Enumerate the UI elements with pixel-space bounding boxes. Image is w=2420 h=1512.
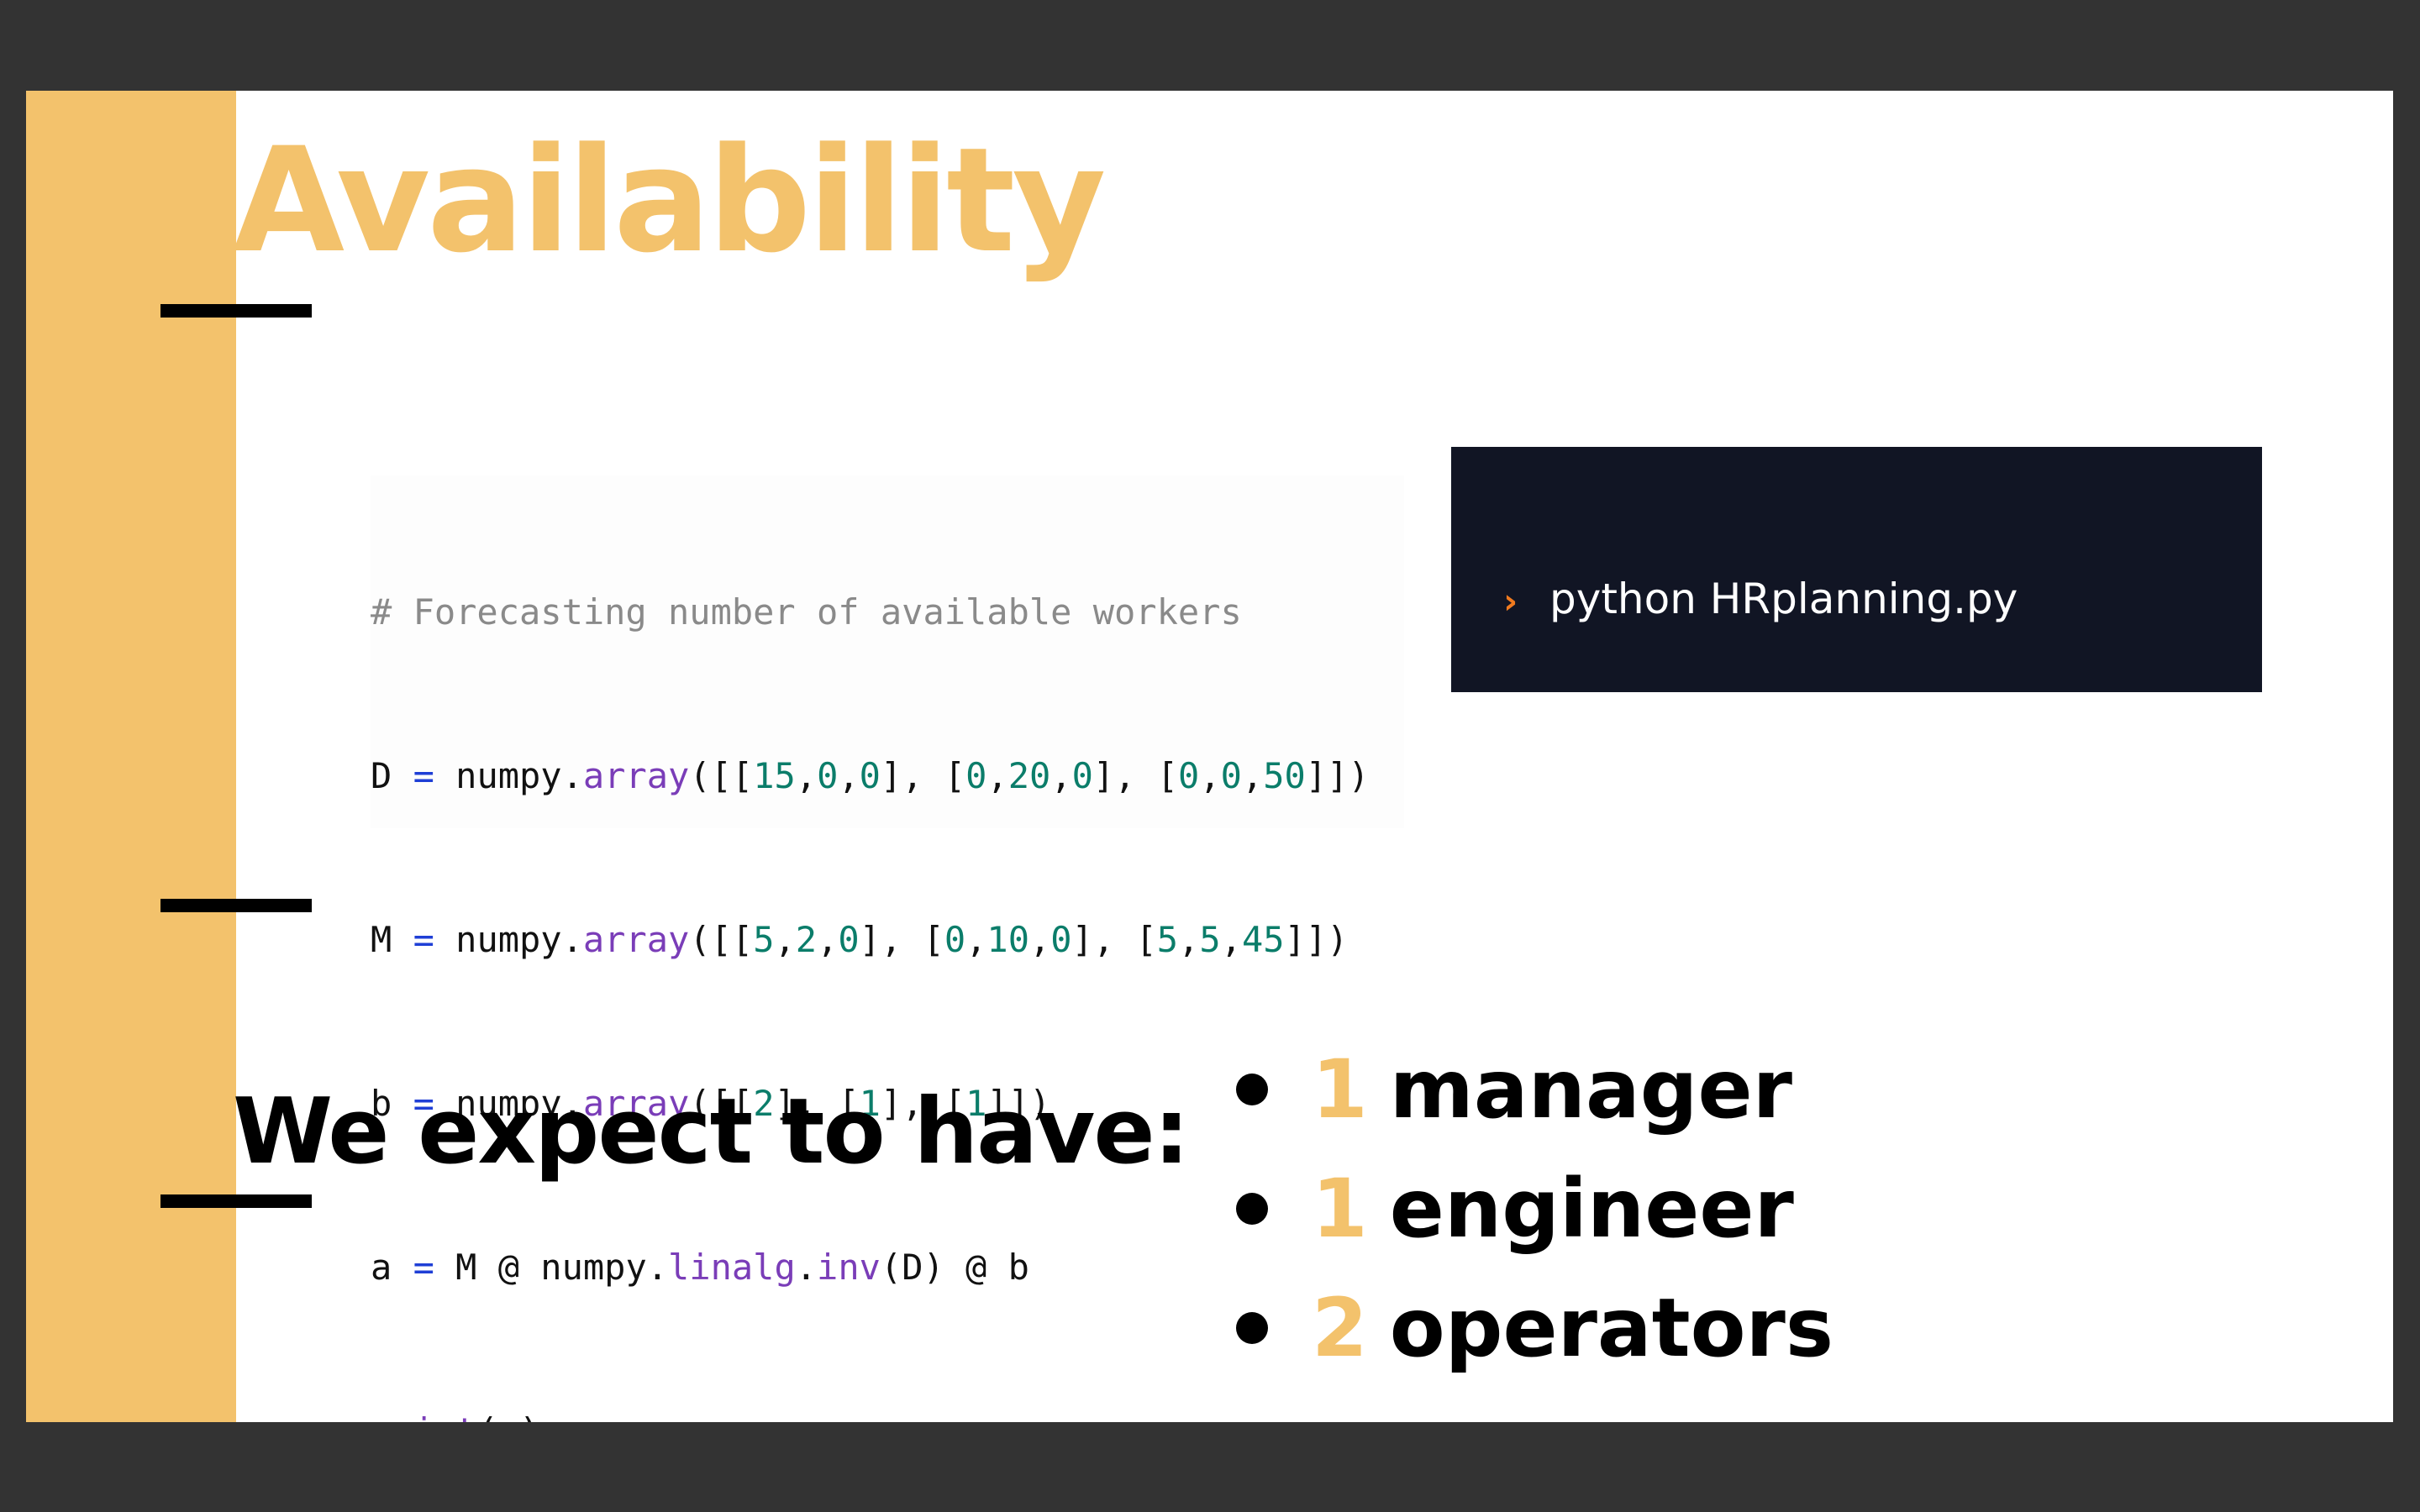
staff-role: operators [1389,1281,1834,1375]
staff-list: 1 manager 1 engineer 2 operators [1236,1030,1833,1388]
list-item: 2 operators [1236,1268,1833,1388]
title-dash [160,304,312,318]
list-item: 1 engineer [1236,1149,1833,1268]
staff-count: 2 [1312,1281,1368,1375]
middle-dash [160,899,312,912]
bullet-icon [1236,1074,1268,1105]
bullet-icon [1236,1193,1268,1225]
bullet-icon [1236,1312,1268,1344]
slide: Availability # Forecasting number of ava… [26,91,2393,1422]
expect-label: We expect to have: [233,1079,1190,1184]
terminal-output: › python HRplanning.py [[0.76666667] [0.5… [1451,447,2262,1152]
code-snippet: # Forecasting number of available worker… [371,475,1404,1422]
terminal-command: python HRplanning.py [1549,575,2018,623]
code-line-print: print(a) [371,1404,1404,1422]
staff-role: engineer [1389,1162,1794,1256]
code-text: D [371,755,413,796]
code-line-m: M = numpy.array([[5,2,0], [0,10,0], [5,5… [371,919,1349,960]
accent-sidebar [26,91,236,1422]
staff-count: 1 [1312,1162,1368,1256]
list-item: 1 manager [1236,1030,1833,1149]
staff-count: 1 [1312,1042,1368,1137]
terminal-output-line-1: [[0.76666667] [1503,751,1807,800]
terminal-output-line-2: [0.5 ] [1503,927,1710,976]
terminal-command-line: › python HRplanning.py [1503,570,2262,628]
code-line-d: D = numpy.array([[15,0,0], [0,20,0], [0,… [371,755,1370,796]
staff-role: manager [1389,1042,1792,1137]
expect-dash [160,1194,312,1208]
slide-title: Availability [233,116,1106,285]
chevron-prompt-icon: › [1503,580,1518,622]
code-comment: # Forecasting number of available worker… [371,591,1242,633]
